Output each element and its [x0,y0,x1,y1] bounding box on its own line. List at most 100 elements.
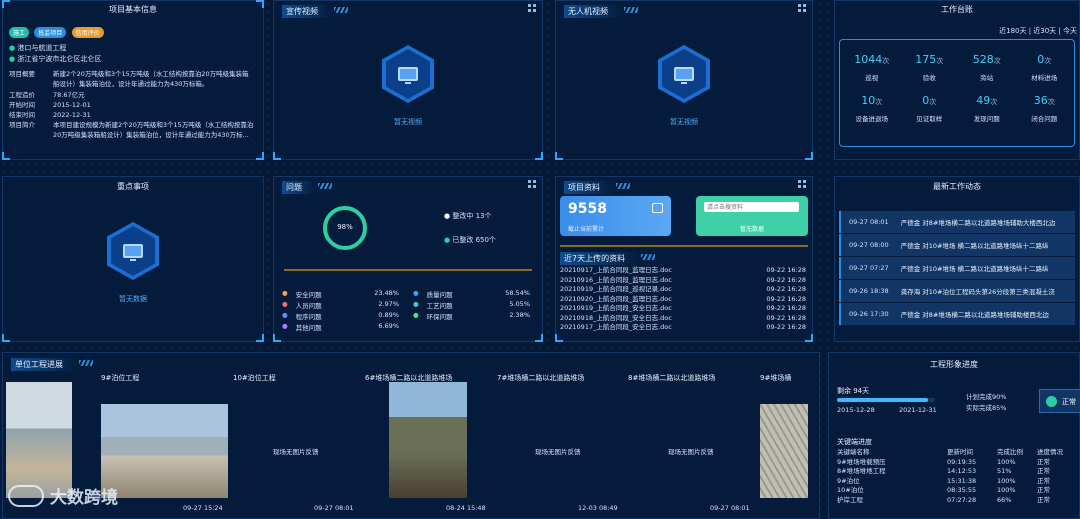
unit-name: 9#堆场横 [760,374,792,382]
menu-icon[interactable] [528,4,536,12]
feed-item[interactable]: 09-27 08:00 严德金 对10#堆场 横二路以北道路堆场纵十二路纵 [839,234,1075,256]
unit-date: 08-24 15:48 [446,504,486,512]
remaining-days: 剩余 94天 [837,387,870,395]
feed-item[interactable]: 09-27 07:27 严德金 对10#堆场 横二路以北道路堆场纵十二路纵 [839,257,1075,279]
watermark-logo-icon [8,484,44,507]
key-items-empty: 暂无数据 [107,222,159,304]
drone-video-title: 无人机视频 [564,5,638,18]
stat-closed-issues[interactable]: 36次 闭合问题 [1016,94,1074,123]
tag-credit: 信用评价 [71,27,104,38]
no-photo-text: 现场无图片反馈 [535,448,581,456]
docs-count-label: 截止当前累计 [568,226,605,233]
docs-count: 9558 [568,201,607,217]
bullet-location: ● 浙江省宁波市北仑区北仑区 [9,55,102,63]
stat-witness[interactable]: 0次 见证取样 [901,94,959,123]
menu-icon[interactable] [528,180,536,188]
category-dot-icon: ● [413,300,419,308]
status-icon [1046,396,1057,407]
bullet-category: ● 港口与航道工程 [9,44,67,52]
tag-construction: 施工 [9,27,30,38]
tag-supervision: 抵监项目 [34,27,67,38]
status-card: 正常 [1039,389,1080,413]
table-row[interactable]: 9#泊位 15:31:38 100% 正常 [837,477,1077,487]
recent-docs-title: 近7天上传的资料 [560,252,656,265]
menu-icon[interactable] [798,4,806,12]
site-photo[interactable] [389,382,467,498]
docs-no-data: 暂无数据 [739,226,764,233]
category-dot-icon: ● [282,322,288,330]
unit-date: 12-03 08:49 [578,504,618,512]
drone-video-empty: 暂无视频 [658,45,710,127]
time-filter[interactable]: 近180天 | 近30天 | 今天 [999,26,1077,36]
docs-search-input[interactable] [704,202,799,212]
issues-rectifying: ● 整改中 13个 [444,212,492,220]
unit-name: 8#堆场横二路以北道路堆场 [628,374,716,382]
work-ledger-panel: 工作台账 近180天 | 近30天 | 今天 1044次 巡视 175次 验收 52… [834,0,1080,160]
unit-progress-title: 单位工程进展 [11,358,93,371]
recent-work-panel: 最新工作动态 09-27 08:01 严德金 对8#堆场横二路以北道路堆场辅助大楼… [834,176,1080,342]
issue-category: ● 程序问题 0.89% [282,311,399,321]
promo-video-empty: 暂无视频 [382,45,434,127]
table-row[interactable]: 8#堆场堆地工程 14:12:53 51% 正常 [837,467,1077,477]
category-dot-icon: ● [282,311,288,319]
doc-row[interactable]: 20210919_上航合同段_巡视记录.doc 09-22 16:28 [560,285,806,295]
monitor-icon [123,244,143,261]
unit-date: 09-27 15:24 [183,504,223,512]
field-end: 结束时间 2022-12-31 [9,111,91,119]
table-row[interactable]: 9#堆场堆载预压 09:19:35 100% 正常 [837,458,1077,468]
stat-found-issues[interactable]: 49次 发现问题 [958,94,1016,123]
stat-equipment[interactable]: 10次 设备进退场 [843,94,901,123]
issues-divider [284,269,532,271]
table-header: 关键端名称 更新时间 完成比例 进度情况 [837,448,1063,456]
progress-fill [837,398,929,402]
field-intro: 项目简介 本项目建设规模为新建2个20万吨级和3个15万吨级（水工结构按靠泊20万… [9,121,254,139]
progress-bar [837,398,935,402]
no-photo-text: 现场无图片反馈 [668,448,714,456]
feed-item[interactable]: 09-26 18:38 龚存海 对10#泊位工程码头第26分段第三类混凝土浇 [839,280,1075,302]
unit-date: 09-27 08:01 [314,504,354,512]
key-items-title: 重点事项 [117,182,149,191]
progress-start: 2015-12-28 [837,406,875,414]
issues-percent: 98% [337,223,353,231]
doc-row[interactable]: 20210917_上航合同段_安全日志.doc 09-22 16:28 [560,323,806,333]
site-photo[interactable] [760,404,808,498]
issues-title: 问题 [282,181,332,194]
key-progress-title: 关键端进度 [837,438,872,446]
promo-video-title: 宣传视频 [282,5,348,18]
calendar-icon [652,203,663,213]
feed-item[interactable]: 09-26 17:30 严德金 对8#堆场横二路以北道路堆场辅助楼西北边 [839,303,1075,325]
issue-category: ● 人员问题 2.97% [282,300,399,310]
watermark: 大数跨境 [8,483,118,508]
stat-material[interactable]: 0次 材料进场 [1016,53,1074,82]
issues-rectified: ● 已整改 650个 [444,236,496,244]
issue-category: ● 安全问题 23.48% [282,289,399,299]
menu-icon[interactable] [798,180,806,188]
promo-video-panel: 宣传视频 暂无视频 [273,0,543,160]
doc-row[interactable]: 20210918_上航合同段_安全日志.doc 09-22 16:28 [560,314,806,324]
recent-docs-list: 20210917_上航合同段_监理日志.doc 09-22 16:28 202109… [560,266,806,333]
drone-video-panel: 无人机视频 暂无视频 [555,0,813,160]
doc-row[interactable]: 20210920_上航合同段_监理日志.doc 09-22 16:28 [560,295,806,305]
doc-row[interactable]: 20210919_上航合同段_安全日志.doc 09-22 16:28 [560,304,806,314]
stat-sidestation[interactable]: 528次 旁站 [958,53,1016,82]
doc-row[interactable]: 20210916_上航合同段_监理日志.doc 09-22 16:28 [560,276,806,286]
image-progress-panel: 工程形象进度 剩余 94天 2015-12-28 2021-12-31 计划完成… [828,352,1080,519]
stat-patrol[interactable]: 1044次 巡视 [843,53,901,82]
table-row[interactable]: 10#泊位 08:35:55 100% 正常 [837,486,1077,496]
key-progress-table: 关键端名称 更新时间 完成比例 进度情况 9#堆场堆载预压 09:19:35 100% 正常 8… [837,448,1077,505]
issue-categories: ● 安全问题 23.48% ● 质量问题 58.54% ● 人员问题 2.97% ● 工艺问题 5.0… [282,289,530,332]
no-photo-text: 现场无图片反馈 [273,448,319,456]
doc-row[interactable]: 20210917_上航合同段_监理日志.doc 09-22 16:28 [560,266,806,276]
docs-count-card[interactable]: 9558 截止当前累计 [560,196,671,236]
unit-date: 09-27 08:01 [710,504,750,512]
planned-completion: 计划完成90% [966,393,1007,401]
progress-end: 2021-12-31 [899,406,937,414]
image-progress-title: 工程形象进度 [930,360,978,369]
monitor-icon [398,67,418,84]
feed-item[interactable]: 09-27 08:01 严德金 对8#堆场横二路以北道路堆场辅助大楼西北边 [839,211,1075,233]
category-dot-icon: ● [282,289,288,297]
site-photo[interactable] [6,382,72,498]
stat-acceptance[interactable]: 175次 验收 [901,53,959,82]
table-row[interactable]: 护岸工程 07:27:28 66% 正常 [837,496,1077,506]
site-photo[interactable] [101,404,228,498]
